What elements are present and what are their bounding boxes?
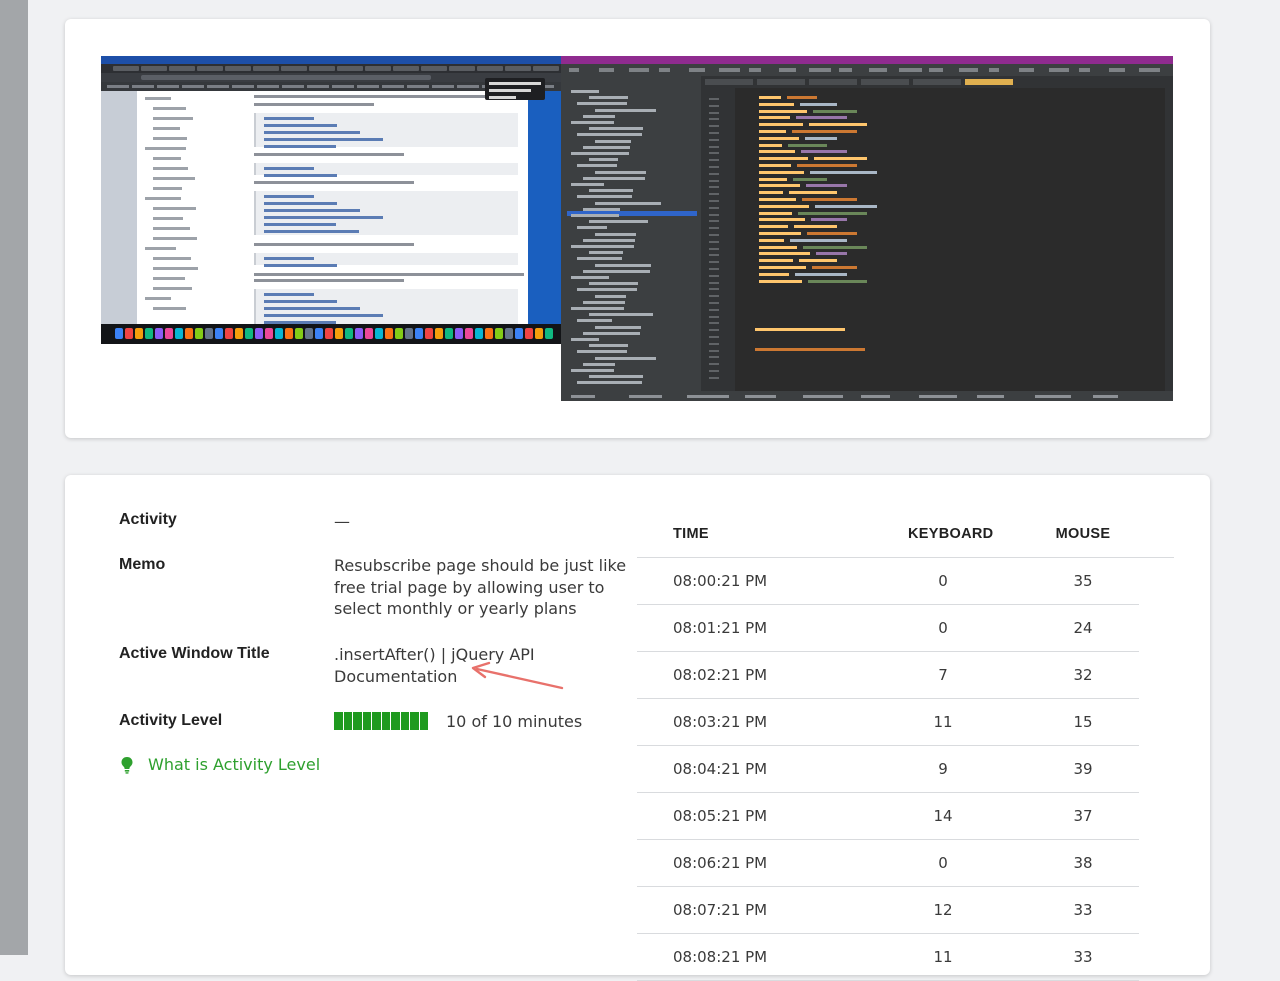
screenshot-card <box>65 19 1210 438</box>
time-column-header: TIME <box>673 526 709 542</box>
ide-gutter <box>701 88 735 391</box>
time-cell: 08:08:21 PM <box>673 948 768 966</box>
table-row: 08:08:21 PM 11 33 <box>637 934 1139 981</box>
tab-tooltip <box>485 78 545 100</box>
sidebar-rail <box>0 0 28 955</box>
level-segment <box>381 712 390 730</box>
level-segment <box>372 712 381 730</box>
what-is-activity-level-link[interactable]: What is Activity Level <box>148 755 320 774</box>
mouse-column-header: MOUSE <box>1055 526 1111 542</box>
keyboard-cell: 11 <box>933 948 953 966</box>
mouse-cell: 15 <box>1073 713 1093 731</box>
activity-level-value: 10 of 10 minutes <box>446 712 583 731</box>
level-segment <box>353 712 362 730</box>
level-segment <box>419 712 428 730</box>
table-header: TIME KEYBOARD MOUSE <box>637 523 1174 558</box>
table-row: 08:06:21 PM 0 38 <box>637 840 1139 887</box>
keyboard-cell: 0 <box>938 854 948 872</box>
ide-scrollbar <box>1165 88 1173 391</box>
table-row: 08:03:21 PM 11 15 <box>637 699 1139 746</box>
mouse-cell: 32 <box>1073 666 1093 684</box>
level-segment <box>410 712 419 730</box>
mouse-cell: 24 <box>1073 619 1093 637</box>
table-row: 08:05:21 PM 14 37 <box>637 793 1139 840</box>
time-cell: 08:01:21 PM <box>673 619 768 637</box>
mouse-cell: 35 <box>1073 572 1093 590</box>
browser-tabs <box>101 64 561 73</box>
mac-dock <box>101 324 561 344</box>
time-cell: 08:05:21 PM <box>673 807 768 825</box>
activity-details-card: Activity — Memo Resubscribe page should … <box>65 475 1210 981</box>
memo-value: Resubscribe page should be just like fre… <box>334 556 627 618</box>
activity-level-label: Activity Level <box>119 712 223 729</box>
table-row: 08:01:21 PM 0 24 <box>637 605 1139 652</box>
screenshot-thumbnail-left[interactable] <box>101 56 561 401</box>
level-segment <box>334 712 343 730</box>
screenshot-thumbnail-right[interactable] <box>561 56 1173 401</box>
time-cell: 08:03:21 PM <box>673 713 768 731</box>
mouse-cell: 33 <box>1073 948 1093 966</box>
docs-sidebar <box>137 91 248 331</box>
mouse-cell: 37 <box>1073 807 1093 825</box>
time-cell: 08:07:21 PM <box>673 901 768 919</box>
keyboard-cell: 0 <box>938 572 948 590</box>
table-row: 08:07:21 PM 12 33 <box>637 887 1139 934</box>
mac-menubar <box>101 56 561 64</box>
activity-level-meter <box>334 712 428 730</box>
activity-label: Activity <box>119 511 177 528</box>
mouse-cell: 39 <box>1073 760 1093 778</box>
time-cell: 08:02:21 PM <box>673 666 768 684</box>
keyboard-column-header: KEYBOARD <box>908 526 994 542</box>
keyboard-cell: 11 <box>933 713 953 731</box>
activity-table: TIME KEYBOARD MOUSE 08:00:21 PM 0 35 08:01:… <box>637 523 1174 981</box>
level-segment <box>343 712 352 730</box>
mouse-cell: 33 <box>1073 901 1093 919</box>
time-cell: 08:06:21 PM <box>673 854 768 872</box>
keyboard-cell: 12 <box>933 901 953 919</box>
keyboard-cell: 9 <box>938 760 948 778</box>
table-row: 08:04:21 PM 9 39 <box>637 746 1139 793</box>
ide-statusbar <box>561 391 1173 401</box>
activity-value: — <box>334 512 350 531</box>
ide-code-editor <box>735 88 1165 391</box>
annotation-arrow-icon <box>471 661 564 690</box>
desktop-background <box>528 91 561 331</box>
keyboard-cell: 7 <box>938 666 948 684</box>
table-row: 08:00:21 PM 0 35 <box>637 558 1139 605</box>
lightbulb-icon <box>121 757 133 774</box>
table-row: 08:02:21 PM 7 32 <box>637 652 1139 699</box>
docs-content <box>248 91 528 331</box>
keyboard-cell: 0 <box>938 619 948 637</box>
ide-project-tree <box>561 76 701 391</box>
level-segment <box>400 712 409 730</box>
time-cell: 08:04:21 PM <box>673 760 768 778</box>
level-segment <box>391 712 400 730</box>
memo-label: Memo <box>119 556 166 573</box>
time-cell: 08:00:21 PM <box>673 572 768 590</box>
ide-editor-tabs <box>701 76 1173 88</box>
mouse-cell: 38 <box>1073 854 1093 872</box>
ide-toolbar <box>561 64 1173 76</box>
ide-menubar <box>561 56 1173 64</box>
thumbnail-padding <box>101 344 561 401</box>
active-window-title-label: Active Window Title <box>119 645 270 662</box>
keyboard-cell: 14 <box>933 807 953 825</box>
level-segment <box>362 712 371 730</box>
